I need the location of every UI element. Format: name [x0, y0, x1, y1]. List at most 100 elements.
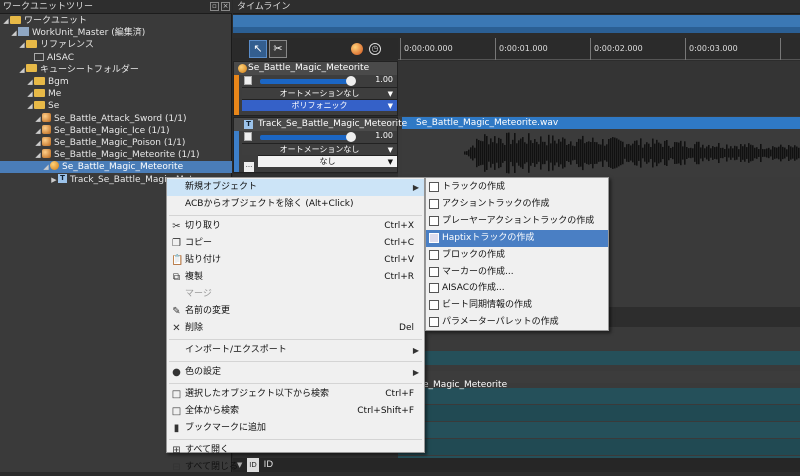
context-menu-item[interactable]: ▮ ブックマークに追加 — [167, 420, 424, 437]
context-menu-item[interactable]: ⊟ すべて閉じる — [167, 459, 424, 476]
tree-item[interactable]: ◢ Me — [0, 88, 232, 100]
tree-item[interactable]: ◢ Se_Battle_Magic_Poison (1/1) — [0, 137, 232, 149]
context-menu-item[interactable]: ⧉ 複製 Ctrl+R — [167, 269, 424, 286]
submenu-item[interactable]: マーカーの作成... — [426, 264, 608, 281]
expand-arrow-icon[interactable]: ◢ — [18, 39, 26, 51]
cue-automation-dropdown[interactable]: オートメーションなし ▼ — [242, 87, 397, 99]
tree-item[interactable]: ◢ Se_Battle_Magic_Meteorite — [0, 161, 232, 174]
tree-item[interactable]: ◢ Bgm — [0, 76, 232, 88]
tree-item[interactable]: ◢ Se — [0, 100, 232, 112]
tree-item[interactable]: ◢ Se_Battle_Attack_Sword (1/1) — [0, 112, 232, 125]
menu-separator — [169, 361, 422, 362]
tree-item[interactable]: AISAC — [0, 52, 232, 64]
submenu-item[interactable]: ビート同期情報の作成 — [426, 297, 608, 314]
expand-arrow-icon[interactable]: ◢ — [26, 76, 34, 88]
context-menu-item[interactable]: ❐ コピー Ctrl+C — [167, 235, 424, 252]
track-volume-value: 1.00 — [375, 131, 393, 140]
expand-arrow-icon[interactable]: ◢ — [34, 113, 42, 125]
submenu-item[interactable]: ブロックの作成 — [426, 247, 608, 264]
bottom-cue-label: e_Magic_Meteorite — [423, 380, 508, 390]
tree-item[interactable]: ◢ ワークユニット — [0, 15, 232, 27]
ruler-tick — [780, 38, 781, 60]
waveform-region[interactable] — [402, 129, 800, 177]
mute-icon[interactable] — [244, 132, 252, 141]
cue-sheet-icon — [42, 137, 51, 146]
expand-arrow-icon[interactable]: ◢ — [2, 15, 10, 27]
expand-arrow-icon[interactable]: ◢ — [26, 88, 34, 100]
expand-arrow-icon[interactable]: ◢ — [34, 137, 42, 149]
submenu-item[interactable]: パラメーターパレットの作成 — [426, 314, 608, 331]
context-menu-item[interactable]: インポート/エクスポート ▶ — [167, 342, 424, 359]
context-menu-item[interactable]: ✂ 切り取り Ctrl+X — [167, 218, 424, 235]
select-tool-button[interactable]: ↖ — [249, 40, 267, 58]
tree-item-label: Se_Battle_Magic_Ice (1/1) — [54, 125, 170, 136]
ruler-label-1: 0:00:01.000 — [499, 44, 548, 53]
track-icon: T — [244, 120, 253, 129]
expand-arrow-icon[interactable]: ◢ — [18, 64, 26, 76]
close-panel-icon[interactable]: × — [221, 2, 230, 11]
submenu-item[interactable]: Haptixトラックの作成 — [426, 229, 608, 247]
track-name: Track_Se_Battle_Magic_Meteorite — [258, 119, 408, 129]
more-icon[interactable]: ··· — [244, 162, 254, 172]
tree-item[interactable]: ◢ Se_Battle_Magic_Ice (1/1) — [0, 124, 232, 137]
context-menu-item[interactable]: 新規オブジェクト ▶ — [167, 179, 424, 196]
cue-header-box[interactable]: Se_Battle_Magic_Meteorite 1.00 オートメーションな… — [233, 61, 398, 116]
tree-item[interactable]: ◢ WorkUnit_Master (編集済) — [0, 27, 232, 39]
submenu-item-label: トラックの作成 — [442, 182, 506, 192]
time-ruler[interactable]: 0:00:00.000 0:00:01.000 0:00:02.000 0:00… — [398, 38, 800, 60]
mute-icon[interactable] — [244, 76, 252, 85]
cue-mode-dropdown[interactable]: ポリフォニック ▼ — [242, 99, 397, 111]
track-volume-knob[interactable] — [346, 132, 356, 142]
timeline-toolbar: ↖ ✂ ◷ — [233, 38, 398, 60]
lane-row — [398, 405, 800, 421]
submenu-item[interactable]: アクショントラックの作成 — [426, 196, 608, 213]
tree-item-label: リファレンス — [40, 40, 94, 51]
track-option-dropdown[interactable]: なし ▼ — [258, 155, 397, 167]
expand-arrow-icon[interactable]: ▶ — [50, 174, 58, 186]
menu-item-label: インポート/エクスポート — [185, 345, 287, 355]
context-menu-item[interactable]: 📋 貼り付け Ctrl+V — [167, 252, 424, 269]
cue-volume-knob[interactable] — [346, 76, 356, 86]
context-menu-item[interactable]: ✎ 名前の変更 — [167, 303, 424, 320]
submenu-item[interactable]: プレーヤーアクショントラックの作成 — [426, 213, 608, 230]
expand-arrow-icon[interactable]: ◢ — [26, 100, 34, 112]
clock-icon[interactable]: ◷ — [369, 43, 381, 55]
submenu-item[interactable]: トラックの作成 — [426, 179, 608, 196]
expand-arrow-icon[interactable]: ◢ — [34, 149, 42, 161]
context-menu-item[interactable]: マージ — [167, 286, 424, 303]
timeline-title: タイムライン — [237, 2, 291, 12]
expand-arrow-icon[interactable]: ◢ — [10, 27, 18, 39]
tree-item-label: Se — [48, 101, 60, 112]
menu-item-shortcut: Ctrl+R — [384, 272, 414, 282]
cue-volume-slider[interactable] — [260, 79, 354, 84]
tree-item-label: Bgm — [48, 77, 69, 87]
tree-item-label: WorkUnit_Master (編集済) — [32, 28, 146, 39]
lane-row — [398, 351, 800, 365]
track-automation-dropdown[interactable]: オートメーションなし ▼ — [242, 143, 397, 155]
tree-item[interactable]: ◢ リファレンス — [0, 39, 232, 51]
cue-mode-value: ポリフォニック — [291, 101, 348, 110]
submenu-arrow-icon: ▶ — [412, 183, 419, 192]
create-object-icon — [429, 317, 439, 328]
cue-icon[interactable] — [351, 43, 363, 55]
submenu-item[interactable]: AISACの作成... — [426, 280, 608, 297]
context-menu-item[interactable]: ACBからオブジェクトを除く (Alt+Click) — [167, 196, 424, 213]
float-panel-icon[interactable]: ▫ — [210, 2, 219, 11]
context-menu-item[interactable]: ⊞ すべて開く — [167, 442, 424, 459]
expand-arrow-icon[interactable]: ◢ — [42, 161, 50, 173]
tree-item[interactable]: ◢ Se_Battle_Magic_Meteorite (1/1) — [0, 149, 232, 161]
timeline-overview-bar[interactable] — [233, 15, 800, 33]
track-header-box[interactable]: T Track_Se_Battle_Magic_Meteorite 1.00 オ… — [233, 117, 407, 173]
cut-tool-button[interactable]: ✂ — [269, 40, 287, 58]
tree-item[interactable]: ◢ キューシートフォルダー — [0, 64, 232, 76]
tree-item-label: キューシートフォルダー — [40, 64, 139, 75]
context-menu-item[interactable]: ✕ 削除 Del — [167, 320, 424, 337]
context-menu-item[interactable]: ● 色の設定 ▶ — [167, 364, 424, 381]
create-object-icon — [429, 232, 439, 243]
expand-arrow-icon[interactable]: ◢ — [34, 125, 42, 137]
context-menu-item[interactable]: □ 選択したオブジェクト以下から検索 Ctrl+F — [167, 386, 424, 403]
track-volume-slider[interactable] — [260, 135, 354, 140]
chevron-down-icon: ▼ — [387, 158, 393, 166]
waveform-region-header[interactable]: Se_Battle_Magic_Meteorite.wav — [402, 117, 800, 129]
context-menu-item[interactable]: □ 全体から検索 Ctrl+Shift+F — [167, 403, 424, 420]
